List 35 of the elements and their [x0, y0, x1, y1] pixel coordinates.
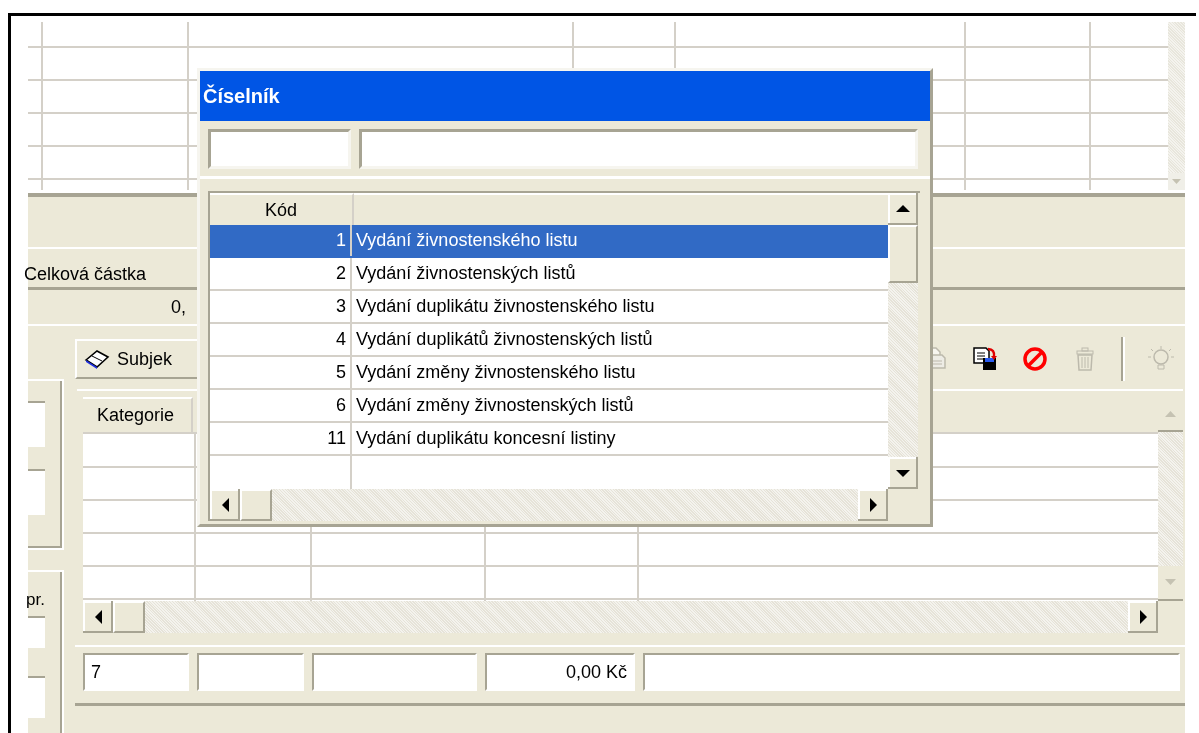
column-header[interactable]: Kategorie — [83, 397, 193, 433]
input-field[interactable] — [28, 676, 45, 718]
scrollbar[interactable] — [888, 193, 918, 489]
input-field[interactable] — [28, 401, 45, 447]
table-row[interactable]: 2 Vydání živnostenských listů — [210, 258, 888, 291]
scrollbar-corner — [888, 489, 920, 521]
input-field[interactable] — [28, 469, 45, 515]
scroll-thumb[interactable] — [113, 601, 145, 633]
scrollbar[interactable] — [1168, 22, 1185, 190]
scroll-thumb[interactable] — [240, 489, 272, 521]
scrollbar[interactable] — [210, 489, 920, 521]
save-icon[interactable] — [971, 345, 999, 373]
table-row[interactable]: 6 Vydání změny živnostenských listů — [210, 390, 888, 423]
filter-field[interactable] — [359, 129, 918, 169]
scrollbar[interactable] — [83, 601, 1183, 633]
total-amount-value: 0, — [171, 296, 186, 318]
input-field[interactable]: 7 — [83, 653, 189, 691]
table-row[interactable]: 1 Vydání živnostenského listu — [210, 225, 888, 258]
input-field[interactable] — [643, 653, 1180, 691]
input-field[interactable] — [197, 653, 304, 691]
input-field[interactable]: 0,00 Kč — [485, 653, 635, 691]
scroll-thumb[interactable] — [888, 225, 918, 283]
book-icon — [83, 348, 111, 370]
table-row[interactable]: 3 Vydání duplikátu živnostenského listu — [210, 291, 888, 324]
table-row[interactable]: 11 Vydání duplikátu koncesní listiny — [210, 423, 888, 456]
table-row[interactable]: 4 Vydání duplikátů živnostenských listů — [210, 324, 888, 357]
no-entry-icon[interactable] — [1021, 345, 1049, 373]
field-label: pr. — [26, 590, 46, 610]
input-field[interactable] — [312, 653, 477, 691]
table-row[interactable]: 5 Vydání změny živnostenského listu — [210, 357, 888, 390]
filter-field[interactable] — [208, 129, 351, 169]
toolbar-button[interactable]: Subjek — [75, 339, 200, 379]
dialog-title: Číselník — [200, 71, 930, 121]
total-amount-label: Celková částka — [24, 264, 147, 285]
input-field[interactable] — [28, 616, 45, 648]
